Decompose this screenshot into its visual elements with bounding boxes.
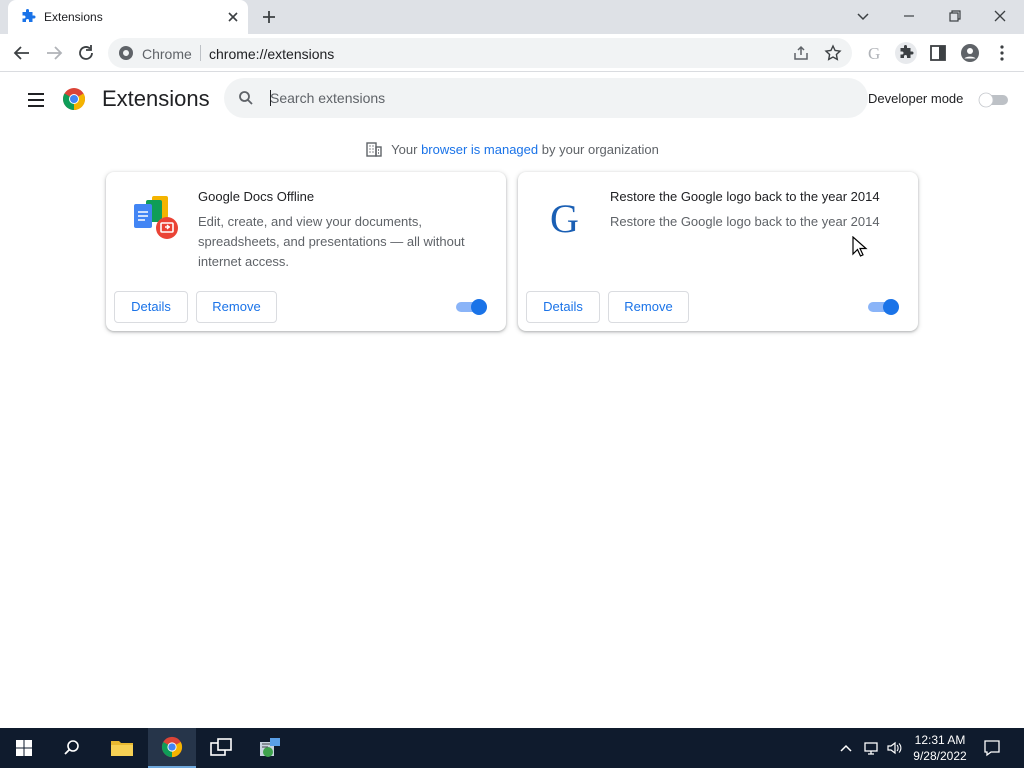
extensions-header: Extensions Developer mode [0, 72, 1024, 128]
omnibox-url[interactable]: chrome://extensions [209, 46, 334, 62]
network-app-icon [260, 738, 280, 757]
extension-description: Edit, create, and view your documents, s… [198, 214, 465, 269]
search-icon [64, 740, 79, 755]
tab-extensions[interactable]: Extensions [8, 0, 248, 34]
browser-managed-link[interactable]: browser is managed [421, 142, 538, 157]
chrome-taskbar-icon [161, 736, 183, 758]
browser-toolbar: Chrome chrome://extensions G [0, 34, 1024, 72]
show-hidden-icons-chevron-icon[interactable] [838, 740, 854, 756]
taskbar-network-app[interactable] [246, 728, 294, 768]
extension-name: Restore the Google logo back to the year… [610, 189, 880, 204]
back-icon[interactable] [11, 42, 33, 64]
minimize-icon[interactable] [899, 6, 919, 26]
address-bar[interactable]: Chrome chrome://extensions [108, 38, 852, 68]
taskbar-file-explorer[interactable] [98, 728, 146, 768]
extension-card-google-docs-offline: Google Docs Offline Edit, create, and vi… [106, 172, 506, 331]
taskbar-task-view[interactable] [197, 728, 245, 768]
details-button[interactable]: Details [114, 291, 188, 323]
windows-app-icon [210, 738, 232, 756]
chrome-logo-icon [63, 88, 85, 110]
omnibox-separator [200, 45, 201, 61]
start-button[interactable] [0, 728, 48, 768]
notification-center-icon[interactable] [983, 739, 1001, 757]
hamburger-menu-icon[interactable] [26, 90, 46, 110]
google-g-extension-icon[interactable]: G [863, 42, 885, 64]
windows-taskbar: 12:31 AM 9/28/2022 [0, 728, 1024, 768]
puzzle-icon [22, 9, 36, 22]
windows-logo-icon [16, 740, 32, 756]
developer-mode-label: Developer mode [868, 91, 964, 106]
google-docs-offline-icon [134, 196, 178, 239]
omnibox-site-label: Chrome [142, 46, 192, 62]
clock-time: 12:31 AM [914, 733, 966, 747]
developer-mode-toggle[interactable] [978, 92, 1010, 108]
kebab-menu-icon[interactable] [991, 42, 1013, 64]
close-tab-icon[interactable] [224, 8, 242, 26]
new-tab-icon[interactable] [260, 8, 278, 26]
remove-button[interactable]: Remove [608, 291, 689, 323]
taskbar-chrome[interactable] [148, 728, 196, 768]
forward-icon[interactable] [43, 42, 65, 64]
extensions-puzzle-icon[interactable] [895, 42, 917, 64]
tab-strip: Extensions [0, 0, 1024, 34]
taskbar-clock[interactable]: 12:31 AM 9/28/2022 [908, 732, 972, 764]
tab-title: Extensions [44, 10, 103, 24]
search-input[interactable] [270, 86, 850, 110]
managed-prefix: Your [391, 141, 418, 157]
remove-button[interactable]: Remove [196, 291, 277, 323]
share-icon[interactable] [792, 44, 810, 62]
text-caret [270, 90, 271, 106]
managed-suffix: by your organization [541, 141, 659, 157]
building-icon [366, 142, 382, 157]
extension-description: Restore the Google logo back to the year… [610, 214, 880, 229]
side-panel-icon[interactable] [927, 42, 949, 64]
details-button[interactable]: Details [526, 291, 600, 323]
managed-banner: Your browser is managed by your organiza… [0, 140, 1024, 160]
page-title: Extensions [102, 86, 210, 111]
taskbar-search-button[interactable] [48, 728, 96, 768]
folder-icon [111, 741, 133, 756]
svg-text:G: G [868, 44, 880, 63]
extension-name: Google Docs Offline [198, 189, 315, 204]
google-g-icon: G [550, 196, 579, 241]
clock-date: 9/28/2022 [913, 749, 967, 763]
mouse-cursor-icon [852, 236, 868, 257]
reload-icon[interactable] [75, 42, 97, 64]
search-icon [239, 91, 253, 105]
svg-text:G: G [550, 196, 579, 241]
search-extensions-box[interactable] [224, 78, 868, 118]
profile-avatar-icon[interactable] [959, 42, 981, 64]
tab-search-icon[interactable] [853, 6, 873, 26]
extension-enabled-toggle[interactable] [866, 298, 900, 316]
restore-icon[interactable] [945, 6, 965, 26]
volume-icon[interactable] [886, 740, 902, 756]
chrome-site-icon [119, 46, 133, 60]
network-icon[interactable] [863, 740, 879, 756]
extension-enabled-toggle[interactable] [454, 298, 488, 316]
bookmark-star-icon[interactable] [824, 44, 842, 62]
close-window-icon[interactable] [990, 6, 1010, 26]
